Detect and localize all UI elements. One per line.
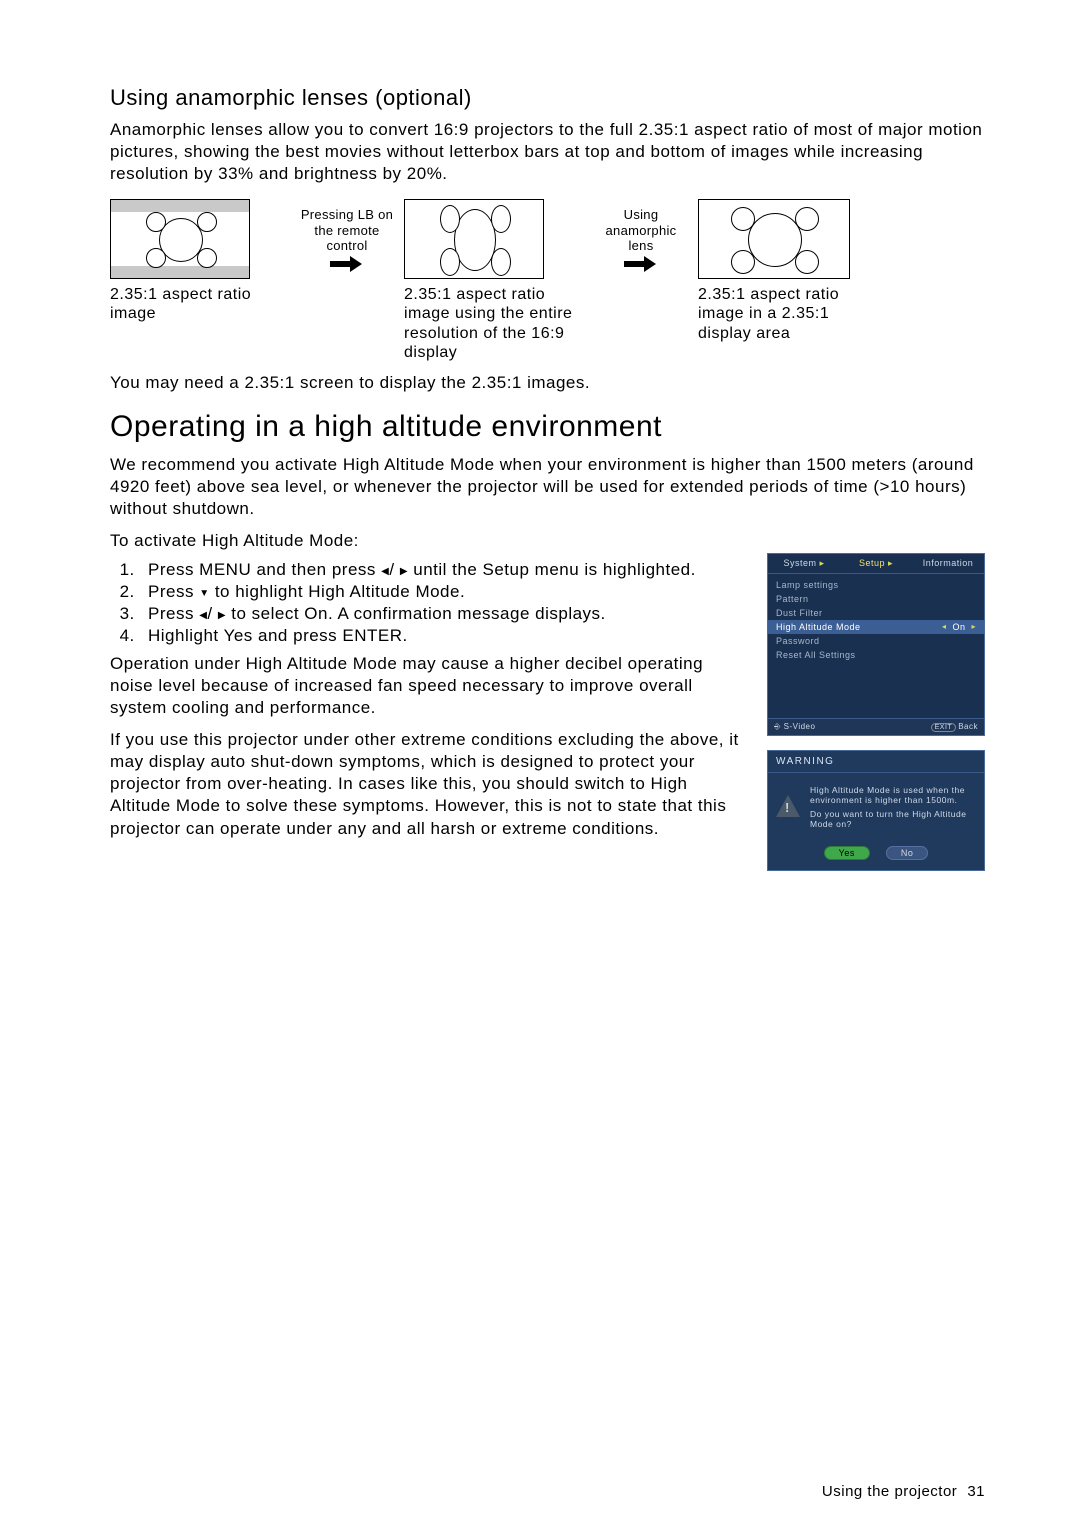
warning-message: High Altitude Mode is used when the envi… bbox=[810, 785, 974, 831]
diagram-1: 2.35:1 aspect ratio image bbox=[110, 199, 290, 323]
aspect-box-169-full bbox=[404, 199, 544, 279]
diagram1-caption: 2.35:1 aspect ratio image bbox=[110, 285, 290, 323]
osd-footer-source: ⎆ S-Video bbox=[774, 722, 815, 732]
transition2-text: Using anamorphic lens bbox=[592, 207, 690, 254]
after-note-1: Operation under High Altitude Mode may c… bbox=[110, 653, 747, 719]
osd-right-arrow-icon: ▸ bbox=[971, 622, 976, 631]
step-3: Press ◀/ ▶ to select On. A confirmation … bbox=[140, 603, 747, 625]
section2-intro: To activate High Altitude Mode: bbox=[110, 530, 985, 552]
aspect-box-235 bbox=[698, 199, 850, 279]
osd-tab-information: Information bbox=[912, 554, 984, 574]
osd-menu: System ▸ Setup ▸ Information Lamp settin… bbox=[767, 553, 985, 736]
osd-left-arrow-icon: ◂ bbox=[942, 622, 947, 631]
instruction-list: Press MENU and then press ◀/ ▶ until the… bbox=[140, 559, 747, 647]
diagram-note: You may need a 2.35:1 screen to display … bbox=[110, 372, 985, 394]
left-arrow-icon: ◀ bbox=[381, 565, 389, 578]
osd-tabs: System ▸ Setup ▸ Information bbox=[768, 554, 984, 574]
diagram3-caption: 2.35:1 aspect ratio image in a 2.35:1 di… bbox=[698, 285, 878, 343]
osd-tab-system: System ▸ bbox=[768, 554, 840, 574]
diagram-3: 2.35:1 aspect ratio image in a 2.35:1 di… bbox=[698, 199, 878, 343]
diagram2-caption: 2.35:1 aspect ratio image using the enti… bbox=[404, 285, 584, 362]
step-2: Press ▼ to highlight High Altitude Mode. bbox=[140, 581, 747, 603]
aspect-box-169-letterbox bbox=[110, 199, 250, 279]
step-4: Highlight Yes and press ENTER. bbox=[140, 625, 747, 647]
osd-row-lamp: Lamp settings bbox=[768, 578, 984, 592]
arrow-icon bbox=[624, 258, 658, 270]
after-note-2: If you use this projector under other ex… bbox=[110, 729, 747, 839]
osd-row-reset: Reset All Settings bbox=[768, 648, 984, 662]
osd-row-dust: Dust Filter bbox=[768, 606, 984, 620]
right-arrow-icon: ▶ bbox=[400, 565, 408, 578]
step-1: Press MENU and then press ◀/ ▶ until the… bbox=[140, 559, 747, 581]
osd-footer: ⎆ S-Video EXITBack bbox=[768, 718, 984, 735]
transition-1: Pressing LB on the remote control bbox=[298, 199, 396, 270]
page-footer: Using the projector 31 bbox=[822, 1483, 985, 1500]
osd-row-pattern: Pattern bbox=[768, 592, 984, 606]
osd-row-password: Password bbox=[768, 634, 984, 648]
down-arrow-icon: ▼ bbox=[199, 587, 209, 600]
warning-title: WARNING bbox=[768, 751, 984, 773]
osd-footer-back: EXITBack bbox=[931, 722, 978, 732]
aspect-diagram-row: 2.35:1 aspect ratio image Pressing LB on… bbox=[110, 199, 985, 362]
warning-dialog: WARNING High Altitude Mode is used when … bbox=[767, 750, 985, 872]
page-number: 31 bbox=[967, 1483, 985, 1500]
diagram-2: 2.35:1 aspect ratio image using the enti… bbox=[404, 199, 584, 362]
section2-paragraph: We recommend you activate High Altitude … bbox=[110, 454, 985, 520]
right-arrow-icon: ▶ bbox=[218, 609, 226, 622]
arrow-icon bbox=[330, 258, 364, 270]
transition-2: Using anamorphic lens bbox=[592, 199, 690, 270]
osd-row-high-altitude: High Altitude Mode ◂On▸ bbox=[768, 620, 984, 634]
osd-tab-setup: Setup ▸ bbox=[840, 554, 912, 574]
warning-yes-button: Yes bbox=[824, 846, 870, 860]
section1-heading: Using anamorphic lenses (optional) bbox=[110, 85, 985, 111]
section2-heading: Operating in a high altitude environment bbox=[110, 410, 985, 444]
section1-paragraph: Anamorphic lenses allow you to convert 1… bbox=[110, 119, 985, 185]
transition1-text: Pressing LB on the remote control bbox=[298, 207, 396, 254]
warning-icon bbox=[776, 795, 802, 821]
footer-label: Using the projector bbox=[822, 1483, 957, 1500]
warning-no-button: No bbox=[886, 846, 929, 860]
left-arrow-icon: ◀ bbox=[199, 609, 207, 622]
